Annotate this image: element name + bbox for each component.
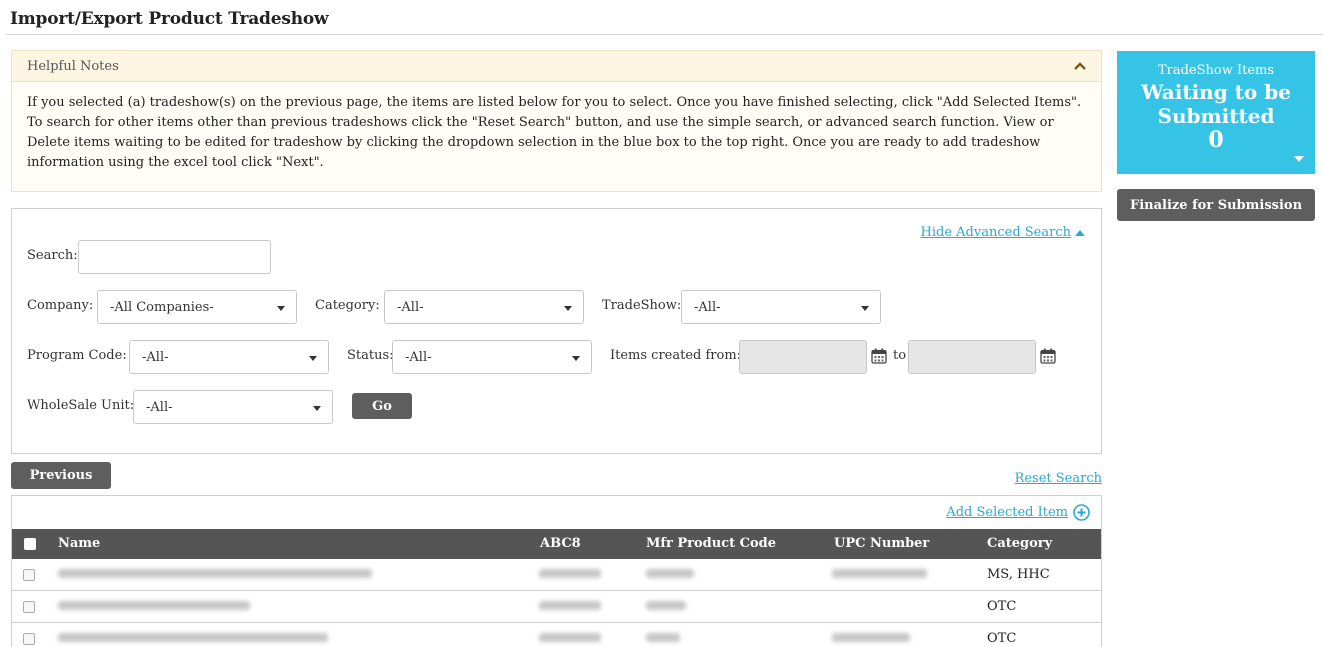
program-code-select[interactable]: -All- xyxy=(129,340,329,374)
table-row[interactable]: MS, HHC xyxy=(12,559,1101,591)
row-checkbox[interactable] xyxy=(23,601,35,613)
row-checkbox[interactable] xyxy=(23,633,35,645)
title-divider xyxy=(6,34,1323,35)
redacted-abc8 xyxy=(539,633,601,642)
select-all-checkbox[interactable] xyxy=(24,538,36,550)
redacted-abc8 xyxy=(539,601,601,610)
created-to-date-input[interactable] xyxy=(908,340,1036,374)
chevron-up-icon[interactable] xyxy=(1074,62,1086,70)
row-checkbox[interactable] xyxy=(23,569,35,581)
row-category: MS, HHC xyxy=(987,567,1050,582)
tradeshow-items-label: TradeShow Items xyxy=(1157,63,1275,78)
tradeshow-label: TradeShow: xyxy=(602,298,682,313)
reset-search-link[interactable]: Reset Search xyxy=(1015,471,1102,486)
calendar-icon[interactable] xyxy=(1040,348,1056,364)
table-header: Name ABC8 Mfr Product Code UPC Number Ca… xyxy=(12,529,1101,559)
tradeshow-items-count: 0 xyxy=(1208,127,1224,153)
redacted-mfr-code xyxy=(646,601,686,610)
program-code-label: Program Code: xyxy=(27,348,127,363)
company-select[interactable]: -All Companies- xyxy=(97,290,297,324)
row-category: OTC xyxy=(987,631,1017,646)
tradeshow-select-value: -All- xyxy=(694,299,721,315)
program-code-select-value: -All- xyxy=(142,349,169,365)
plus-circle-icon xyxy=(1073,504,1090,521)
calendar-icon[interactable] xyxy=(871,348,887,364)
caret-down-icon xyxy=(309,356,317,361)
caret-down-icon xyxy=(277,306,285,311)
redacted-name xyxy=(58,569,372,578)
redacted-mfr-code xyxy=(646,633,680,642)
helpful-notes-header[interactable]: Helpful Notes xyxy=(12,51,1101,82)
go-button[interactable]: Go xyxy=(352,393,412,419)
redacted-name xyxy=(58,633,328,642)
finalize-button[interactable]: Finalize for Submission xyxy=(1117,189,1315,221)
redacted-abc8 xyxy=(539,569,601,578)
search-input[interactable] xyxy=(78,240,271,274)
tradeshow-select[interactable]: -All- xyxy=(681,290,881,324)
table-row[interactable]: OTC xyxy=(12,591,1101,623)
date-to-label: to xyxy=(893,348,907,363)
helpful-notes-title: Helpful Notes xyxy=(27,58,119,74)
table-row[interactable]: OTC xyxy=(12,623,1101,647)
column-header-category[interactable]: Category xyxy=(987,536,1052,551)
tradeshow-items-box[interactable]: TradeShow Items Waiting to be Submitted … xyxy=(1117,51,1315,174)
status-label: Status: xyxy=(347,348,394,363)
caret-down-icon xyxy=(564,306,572,311)
redacted-upc xyxy=(832,569,927,578)
wholesale-unit-select[interactable]: -All- xyxy=(133,390,333,424)
redacted-mfr-code xyxy=(646,569,694,578)
hide-advanced-search-link[interactable]: Hide Advanced Search xyxy=(921,225,1085,240)
add-selected-item-label: Add Selected Item xyxy=(946,505,1068,520)
search-label: Search: xyxy=(27,248,78,263)
caret-down-icon xyxy=(313,406,321,411)
category-label: Category: xyxy=(315,298,380,313)
helpful-notes-panel: Helpful Notes If you selected (a) trades… xyxy=(11,50,1102,192)
column-header-abc8[interactable]: ABC8 xyxy=(540,536,581,551)
status-select-value: -All- xyxy=(405,349,432,365)
category-select-value: -All- xyxy=(397,299,424,315)
created-from-date-input[interactable] xyxy=(739,340,867,374)
column-header-name[interactable]: Name xyxy=(58,536,100,551)
wholesale-unit-label: WholeSale Unit: xyxy=(27,398,135,413)
column-header-upc-number[interactable]: UPC Number xyxy=(834,536,929,551)
redacted-upc xyxy=(832,633,910,642)
hide-advanced-search-label: Hide Advanced Search xyxy=(920,225,1071,240)
caret-down-icon xyxy=(861,306,869,311)
triangle-up-icon xyxy=(1075,229,1085,236)
redacted-name xyxy=(58,601,250,610)
category-select[interactable]: -All- xyxy=(384,290,584,324)
wholesale-unit-select-value: -All- xyxy=(146,399,173,415)
advanced-search-panel: Hide Advanced Search Search: Company: -A… xyxy=(11,208,1102,454)
previous-button[interactable]: Previous xyxy=(11,462,111,489)
items-created-from-label: Items created from: xyxy=(610,348,742,363)
status-select[interactable]: -All- xyxy=(392,340,592,374)
column-header-mfr-product-code[interactable]: Mfr Product Code xyxy=(646,536,776,551)
page-title: Import/Export Product Tradeshow xyxy=(10,9,329,29)
company-select-value: -All Companies- xyxy=(110,299,214,315)
helpful-notes-text: If you selected (a) tradeshow(s) on the … xyxy=(27,95,1082,170)
results-table: Add Selected Item Name ABC8 Mfr Product … xyxy=(11,495,1102,647)
caret-down-icon xyxy=(572,356,580,361)
row-category: OTC xyxy=(987,599,1017,614)
caret-down-icon[interactable] xyxy=(1294,156,1304,162)
tradeshow-status-text: Waiting to be Submitted xyxy=(1141,80,1291,128)
add-selected-item-link[interactable]: Add Selected Item xyxy=(946,504,1090,521)
company-label: Company: xyxy=(27,298,94,313)
